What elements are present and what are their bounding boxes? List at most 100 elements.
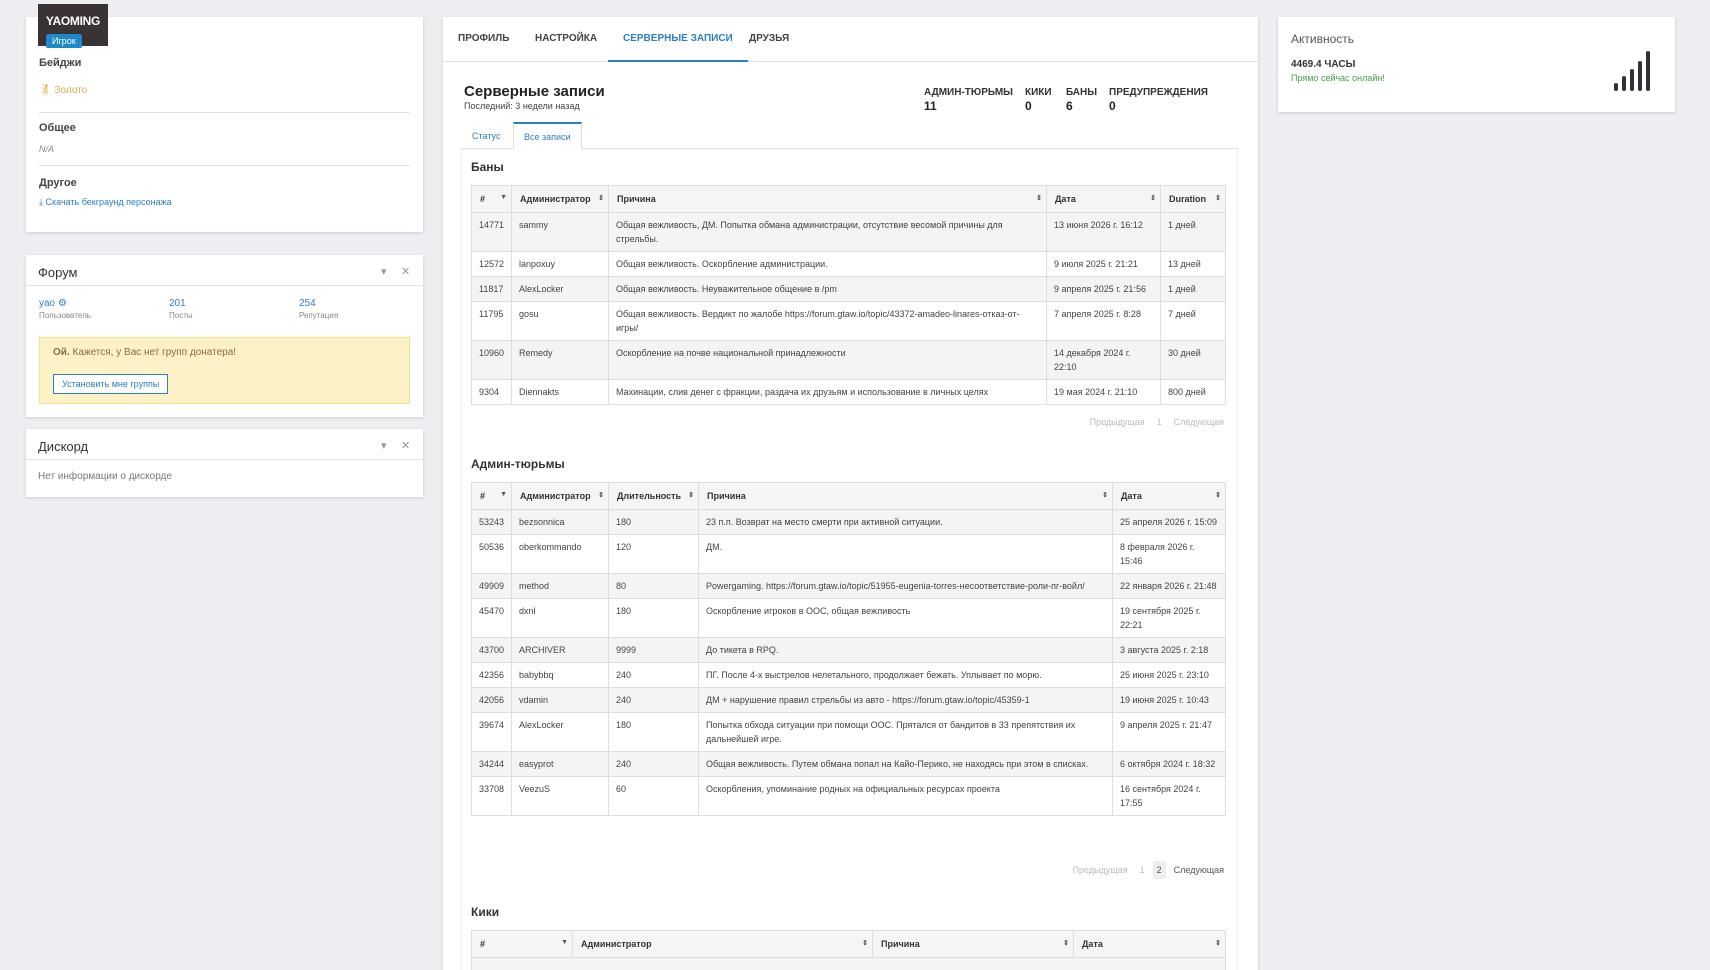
table-row: 11795 gosu Общая вежливость. Вердикт по жа… xyxy=(471,301,1226,341)
summary-bans: БАНЫ 6 xyxy=(1066,87,1097,113)
table-cell: 240 xyxy=(608,687,699,713)
download-icon: ⤓ xyxy=(39,197,43,207)
table-cell: 1 дней xyxy=(1160,212,1226,252)
table-cell: 25 апреля 2026 г. 15:09 xyxy=(1112,509,1226,535)
table-cell: Общая вежливость. Оскорбление администра… xyxy=(608,251,1047,277)
prev-page-button[interactable]: Предыдущая xyxy=(1069,861,1132,879)
table-cell: 10960 xyxy=(471,340,512,380)
col-header-admin[interactable]: Администратор ⇕ xyxy=(511,482,609,510)
table-cell: easyprot xyxy=(511,751,609,777)
close-icon[interactable]: ✕ xyxy=(401,265,410,278)
download-background-link[interactable]: ⤓ Скачать бекграунд персонажа xyxy=(39,197,172,208)
col-header-reason[interactable]: Причина ⇕ xyxy=(608,185,1047,213)
set-groups-button[interactable]: Установить мне группы xyxy=(53,374,169,394)
table-cell: 42056 xyxy=(471,687,512,713)
table-cell: Оскорбление игроков в ООС, общая вежливо… xyxy=(698,598,1113,638)
forum-title: Форум xyxy=(38,265,78,280)
table-cell: 7 дней xyxy=(1160,301,1226,341)
main-card: Профиль Настройка Серверные записи Друзь… xyxy=(443,17,1258,970)
empty-row xyxy=(471,957,1226,970)
col-header-label: # xyxy=(480,194,486,204)
subtab-status[interactable]: Статус xyxy=(461,122,511,149)
table-cell: 13 дней xyxy=(1160,251,1226,277)
col-header-date[interactable]: Дата ⇕ xyxy=(1112,482,1226,510)
table-cell: 180 xyxy=(608,712,699,752)
page-1-button[interactable]: 1 xyxy=(1153,413,1166,431)
col-header-admin[interactable]: Администратор ⇕ xyxy=(511,185,609,213)
col-header-duration[interactable]: Duration ⇕ xyxy=(1160,185,1226,213)
sort-icon: ⇕ xyxy=(1102,492,1108,499)
forum-rep-stat: 254 Репутация xyxy=(299,298,338,320)
prev-page-button[interactable]: Предыдущая xyxy=(1086,413,1149,431)
medal-icon: 🏅︎ xyxy=(39,85,52,96)
collapse-icon[interactable]: ▾ xyxy=(381,265,387,278)
sort-icon: ⇕ xyxy=(862,940,868,947)
sort-icon: ⇕ xyxy=(1215,195,1221,202)
col-header-duration[interactable]: Длительность ⇕ xyxy=(608,482,699,510)
table-cell: 9 апреля 2025 г. 21:56 xyxy=(1046,276,1161,302)
table-cell: 8 февраля 2026 г. 15:46 xyxy=(1112,534,1226,574)
forum-rep-value[interactable]: 254 xyxy=(299,298,338,309)
col-header-date[interactable]: Дата ⇕ xyxy=(1046,185,1161,213)
discord-empty-text: Нет информации о дискорде xyxy=(38,471,172,482)
sub-tabs: Статус Все записи xyxy=(461,122,1238,149)
table-cell: AlexLocker xyxy=(511,712,609,752)
summary-warnings: ПРЕДУПРЕЖДЕНИЯ 0 xyxy=(1109,87,1208,113)
next-page-button[interactable]: Следующая xyxy=(1170,413,1228,431)
divider xyxy=(26,285,423,286)
table-cell: 39674 xyxy=(471,712,512,752)
table-cell: 49909 xyxy=(471,573,512,599)
tab-profile[interactable]: Профиль xyxy=(458,17,509,62)
other-heading: Другое xyxy=(39,177,77,189)
col-header-label: Дата xyxy=(1121,491,1142,501)
table-row: 9304 Diennakts Махинации, слив денег с фра… xyxy=(471,379,1226,405)
col-header-label: Причина xyxy=(707,491,746,501)
records-panel: Баны # ▼ Администратор ⇕ Причина ⇕ Дата ⇕ Du… xyxy=(461,149,1238,970)
collapse-icon[interactable]: ▾ xyxy=(381,439,387,452)
table-row: 34244 easyprot 240 Общая вежливость. Путем … xyxy=(471,751,1226,777)
close-icon[interactable]: ✕ xyxy=(401,439,410,452)
forum-user[interactable]: yao ⚙ xyxy=(39,298,91,309)
divider xyxy=(26,459,423,460)
forum-rep-label: Репутация xyxy=(299,311,339,320)
subtab-all-records[interactable]: Все записи xyxy=(513,122,582,149)
table-row: 39674 AlexLocker 180 Попытка обхода ситуаци… xyxy=(471,712,1226,752)
table-row: 11817 AlexLocker Общая вежливость. Неуважи… xyxy=(471,276,1226,302)
col-header-id[interactable]: # ▼ xyxy=(471,482,512,510)
col-header-label: Администратор xyxy=(520,194,591,204)
tab-server-records[interactable]: Серверные записи xyxy=(608,17,748,62)
col-header-date[interactable]: Дата ⇕ xyxy=(1073,930,1226,958)
sort-icon: ⇕ xyxy=(1036,195,1042,202)
sort-icon: ⇕ xyxy=(1150,195,1156,202)
profile-card: YAOMING Игрок Бейджи 🏅︎ Золото Общее N/A… xyxy=(26,4,423,232)
col-header-id[interactable]: # ▼ xyxy=(471,930,573,958)
sort-icon: ⇕ xyxy=(1215,940,1221,947)
table-row: 53243 bezsonnica 180 23 п.п. Возврат на мес… xyxy=(471,509,1226,535)
next-page-button[interactable]: Следующая xyxy=(1170,861,1228,879)
table-row: 33708 VeezuS 60 Оскорбления, упоминание род… xyxy=(471,776,1226,816)
table-row: 12572 lanpoxuy Общая вежливость. Оскорблен… xyxy=(471,251,1226,277)
table-cell: 180 xyxy=(608,598,699,638)
col-header-id[interactable]: # ▼ xyxy=(471,185,512,213)
col-header-label: Причина xyxy=(617,194,656,204)
col-header-reason[interactable]: Причина ⇕ xyxy=(872,930,1074,958)
forum-posts-value[interactable]: 201 xyxy=(169,298,193,309)
table-cell: ДМ. xyxy=(698,534,1113,574)
tab-friends[interactable]: Друзья xyxy=(749,17,789,62)
col-header-admin[interactable]: Администратор ⇕ xyxy=(572,930,873,958)
table-cell: Powergaming. https://forum.gtaw.io/topic… xyxy=(698,573,1113,599)
summary-value: 0 xyxy=(1109,99,1116,113)
table-cell: ARCHIVER xyxy=(511,637,609,663)
tab-settings[interactable]: Настройка xyxy=(535,17,597,62)
table-cell: Оскорбления, упоминание родных на официа… xyxy=(698,776,1113,816)
table-row: 49909 method 80 Powergaming. https://forum.… xyxy=(471,573,1226,599)
table-cell: dxnl xyxy=(511,598,609,638)
sort-desc-icon: ▼ xyxy=(500,491,507,498)
table-cell: 50536 xyxy=(471,534,512,574)
donor-alert-bold: Ой. xyxy=(53,347,70,358)
page-2-button[interactable]: 2 xyxy=(1152,861,1166,879)
page-1-button[interactable]: 1 xyxy=(1136,861,1149,879)
table-cell: 19 мая 2024 г. 21:10 xyxy=(1046,379,1161,405)
table-row: 45470 dxnl 180 Оскорбление игроков в ООС, о… xyxy=(471,598,1226,638)
col-header-reason[interactable]: Причина ⇕ xyxy=(698,482,1113,510)
